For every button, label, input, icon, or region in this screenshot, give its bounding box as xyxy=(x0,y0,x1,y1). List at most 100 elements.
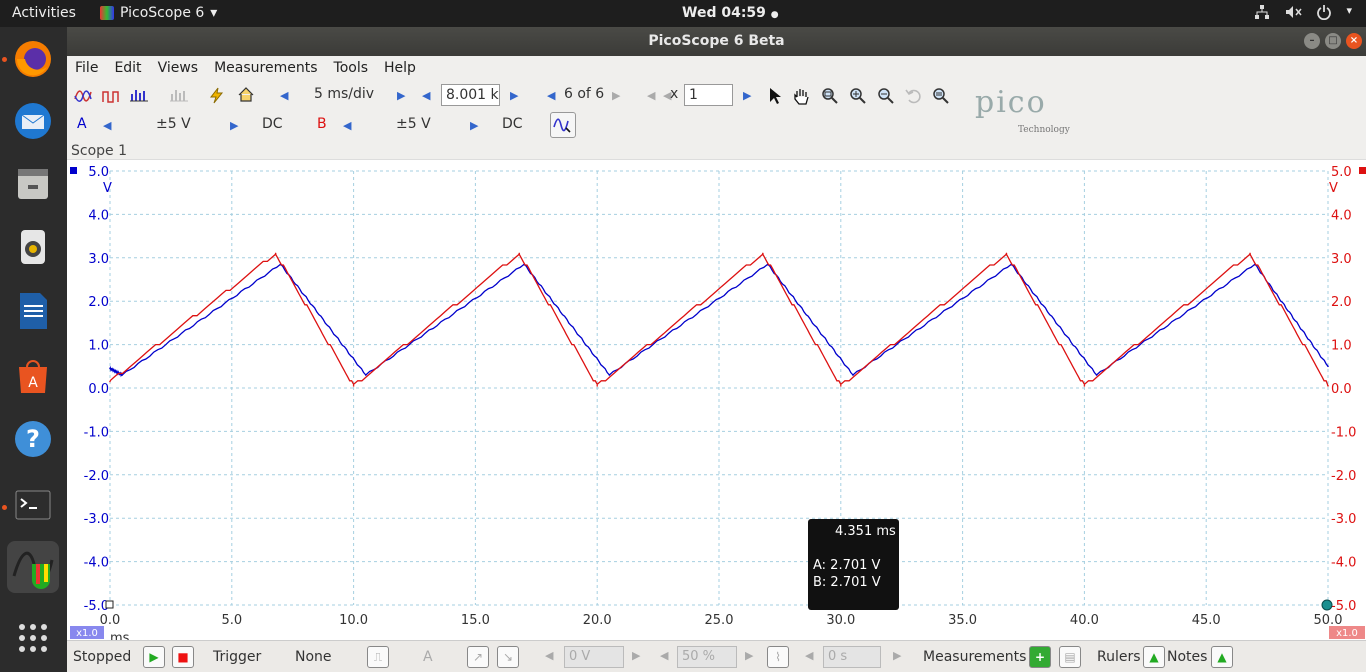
advanced-trigger-button[interactable]: ⌇ xyxy=(767,646,789,668)
rhythmbox-icon[interactable] xyxy=(7,221,59,273)
menu-tools[interactable]: Tools xyxy=(326,60,377,76)
clock[interactable]: Wed 04:59 ● xyxy=(682,5,779,21)
pointer-tool-icon[interactable] xyxy=(768,87,782,105)
libreoffice-writer-icon[interactable] xyxy=(7,285,59,337)
data-point-a xyxy=(1327,365,1329,368)
channel-b-range[interactable]: ±5 V xyxy=(396,116,431,132)
channel-b-label[interactable]: B xyxy=(317,116,327,132)
ubuntu-software-icon[interactable]: A xyxy=(7,349,59,401)
auto-setup-icon[interactable] xyxy=(208,87,226,104)
firefox-icon[interactable] xyxy=(7,33,59,85)
zoom-to-fit-icon[interactable] xyxy=(932,87,950,105)
samples-increase-icon[interactable]: ▶ xyxy=(510,89,518,102)
acquisition-state: Stopped xyxy=(73,649,132,665)
help-icon[interactable]: ? xyxy=(7,413,59,465)
trigger-mode-select[interactable]: None xyxy=(295,649,332,665)
y-tick-label-right: 3.0 xyxy=(1331,252,1352,267)
menu-views[interactable]: Views xyxy=(150,60,207,76)
zoom-in-icon[interactable] xyxy=(849,87,867,105)
channel-b-range-increase-icon[interactable]: ▶ xyxy=(470,119,478,132)
zoom-out-icon[interactable] xyxy=(877,87,895,105)
y-axis-unit-left: V xyxy=(103,181,112,196)
channel-b-coupling[interactable]: DC xyxy=(502,116,523,132)
menu-help[interactable]: Help xyxy=(376,60,424,76)
scope-view-tab[interactable]: Scope 1 xyxy=(71,143,127,159)
capture-toolbar: ◀ 5 ms/div ▶ ◀ 8.001 kS ▶ ◀ 6 of 6 ▶ ◀ ◀… xyxy=(67,81,967,111)
timebase-increase-icon[interactable]: ▶ xyxy=(397,89,405,102)
maximize-button[interactable]: □ xyxy=(1325,33,1341,49)
svg-text:?: ? xyxy=(26,425,40,453)
y-tick-label-left: 0.0 xyxy=(88,382,109,397)
y-tick-label-left: 4.0 xyxy=(88,208,109,223)
stop-button[interactable]: ■ xyxy=(172,646,194,668)
channel-a-range[interactable]: ±5 V xyxy=(156,116,191,132)
y-tick-label-right: -1.0 xyxy=(1331,425,1356,440)
tooltip-channel-b: B: 2.701 V xyxy=(813,575,881,590)
buffer-next-icon[interactable]: ▶ xyxy=(612,89,620,102)
trigger-level-decrease-icon[interactable]: ◀ xyxy=(545,649,553,662)
start-button[interactable]: ▶ xyxy=(143,646,165,668)
zoom-decrease-icon[interactable]: ◀ xyxy=(647,89,655,102)
trigger-level-increase-icon[interactable]: ▶ xyxy=(632,649,640,662)
system-top-bar: Activities PicoScope 6 ▾ Wed 04:59 ● ▾ xyxy=(0,0,1366,27)
y-tick-label-left: -3.0 xyxy=(84,512,109,527)
files-icon[interactable] xyxy=(7,157,59,209)
picoscope-dock-icon[interactable] xyxy=(7,541,59,593)
channel-a-range-decrease-icon[interactable]: ◀ xyxy=(103,119,111,132)
terminal-icon[interactable] xyxy=(7,479,59,531)
scope-view[interactable]: 0.0 5.0 10.0 15.0 20.0 25.0 30.0 35.0 40.0 45.0 50… xyxy=(67,159,1366,641)
signal-generator-icon xyxy=(553,118,571,133)
pretrigger-input[interactable]: 50 % xyxy=(677,646,737,668)
y-tick-label-right: 0.0 xyxy=(1331,382,1352,397)
thunderbird-icon[interactable] xyxy=(7,95,59,147)
trigger-edge-button[interactable]: ⎍ xyxy=(367,646,389,668)
show-applications-icon[interactable] xyxy=(7,612,59,664)
chevron-down-icon: ▾ xyxy=(1346,4,1352,17)
channel-b-range-decrease-icon[interactable]: ◀ xyxy=(343,119,351,132)
pretrigger-increase-icon[interactable]: ▶ xyxy=(745,649,753,662)
waveform-chart[interactable]: 0.0 5.0 10.0 15.0 20.0 25.0 30.0 35.0 40.0 45.0 50… xyxy=(67,160,1366,641)
channel-a-range-increase-icon[interactable]: ▶ xyxy=(230,119,238,132)
data-point-b xyxy=(1249,252,1251,255)
system-tray[interactable]: ▾ xyxy=(1254,4,1352,20)
scope-mode-icon[interactable] xyxy=(74,89,92,103)
zoom-increase-icon[interactable]: ▶ xyxy=(743,89,751,102)
data-point-a xyxy=(364,374,367,376)
trigger-level-input[interactable]: 0 V xyxy=(564,646,624,668)
add-measurement-button[interactable]: + xyxy=(1029,646,1051,668)
persistence-mode-icon[interactable] xyxy=(102,89,120,103)
zoom-box-icon[interactable] xyxy=(821,87,839,105)
menu-file[interactable]: File xyxy=(67,60,106,76)
close-button[interactable]: × xyxy=(1346,33,1362,49)
activities-button[interactable]: Activities xyxy=(12,5,76,21)
scale-badge-left-label: x1.0 xyxy=(76,628,98,639)
menu-edit[interactable]: Edit xyxy=(106,60,149,76)
window-titlebar[interactable]: PicoScope 6 Beta – □ × xyxy=(67,27,1366,56)
zoom-input[interactable]: 1 xyxy=(684,84,733,106)
signal-generator-button[interactable] xyxy=(550,112,576,138)
timebase-decrease-icon[interactable]: ◀ xyxy=(280,89,288,102)
edit-measurement-button[interactable]: ▤ xyxy=(1059,646,1081,668)
delay-increase-icon[interactable]: ▶ xyxy=(893,649,901,662)
channel-a-coupling[interactable]: DC xyxy=(262,116,283,132)
falling-edge-button[interactable]: ↘ xyxy=(497,646,519,668)
pretrigger-decrease-icon[interactable]: ◀ xyxy=(660,649,668,662)
channel-a-label[interactable]: A xyxy=(77,116,87,132)
data-point-a xyxy=(608,374,611,376)
home-icon[interactable] xyxy=(237,86,255,103)
spectrum-mode-icon[interactable] xyxy=(130,88,148,102)
samples-decrease-icon[interactable]: ◀ xyxy=(422,89,430,102)
buffer-previous-icon[interactable]: ◀ xyxy=(547,89,555,102)
menu-measurements[interactable]: Measurements xyxy=(206,60,325,76)
trigger-channel[interactable]: A xyxy=(423,649,433,665)
notes-button[interactable]: ▲ xyxy=(1211,646,1233,668)
rising-edge-button[interactable]: ↗ xyxy=(467,646,489,668)
hand-tool-icon[interactable] xyxy=(793,87,811,105)
delay-decrease-icon[interactable]: ◀ xyxy=(805,649,813,662)
rulers-button[interactable]: ▲ xyxy=(1143,646,1165,668)
samples-input[interactable]: 8.001 kS xyxy=(441,84,500,106)
delay-input[interactable]: 0 s xyxy=(823,646,881,668)
minimize-button[interactable]: – xyxy=(1304,33,1320,49)
app-menu[interactable]: PicoScope 6 ▾ xyxy=(100,5,217,21)
timebase-value[interactable]: 5 ms/div xyxy=(314,86,374,102)
